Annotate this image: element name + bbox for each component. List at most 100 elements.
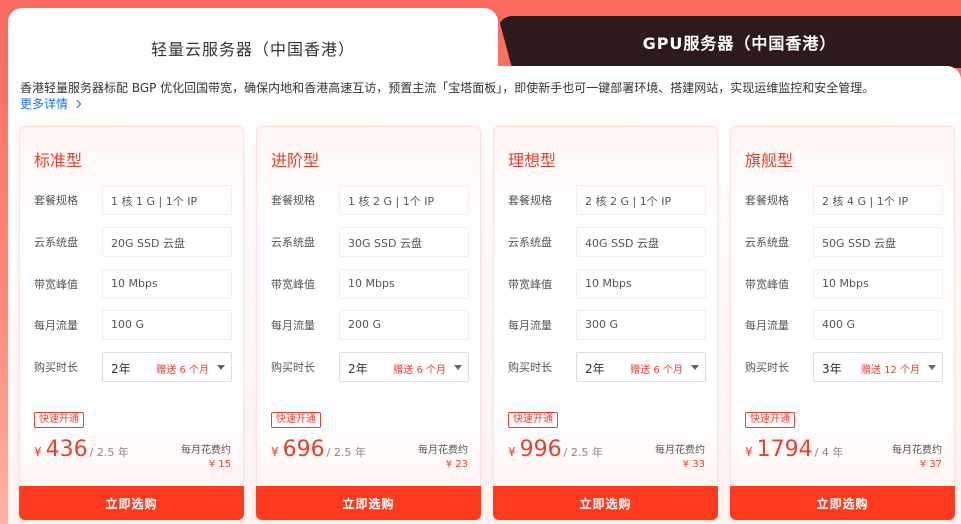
traffic-value: 300 G <box>576 310 706 340</box>
fast-open-tag: 快速开通 <box>508 412 558 428</box>
buy-button[interactable]: 立即选购 <box>256 486 481 520</box>
duration-row: 购买时长 2年 赠送 6 个月 <box>271 352 471 382</box>
price-value: 1794 <box>756 437 813 462</box>
disk-row: 云系统盘 20G SSD 云盘 <box>34 227 234 257</box>
duration-select[interactable]: 2年 赠送 6 个月 <box>339 352 469 382</box>
plan-card-ideal: 理想型 套餐规格 2 核 2 G | 1个 IP 云系统盘 40G SSD 云盘… <box>493 126 718 520</box>
disk-value: 40G SSD 云盘 <box>576 227 706 257</box>
bandwidth-value: 10 Mbps <box>576 269 706 299</box>
monthly-value: ¥ 37 <box>919 459 942 470</box>
product-panel: 香港轻量服务器标配 BGP 优化回国带宽，确保内地和香港高速互访，预置主流「宝塔… <box>8 66 961 524</box>
duration-value: 2年 <box>585 362 605 376</box>
duration-label: 购买时长 <box>508 361 552 374</box>
duration-row: 购买时长 2年 赠送 6 个月 <box>34 352 234 382</box>
price-value: 436 <box>45 437 88 462</box>
fast-open-tag: 快速开通 <box>34 412 84 428</box>
fast-open-tag: 快速开通 <box>745 412 795 428</box>
duration-value: 2年 <box>111 362 131 376</box>
traffic-row: 每月流量 300 G <box>508 310 708 340</box>
monthly-label: 每月花费约 <box>181 445 231 456</box>
traffic-row: 每月流量 200 G <box>271 310 471 340</box>
buy-button-label: 立即选购 <box>816 496 869 511</box>
bandwidth-value: 10 Mbps <box>813 269 943 299</box>
plan-name: 理想型 <box>508 151 557 170</box>
plan-card-flagship: 旗舰型 套餐规格 2 核 4 G | 1个 IP 云系统盘 50G SSD 云盘… <box>730 126 955 520</box>
price: ¥696/ 2.5 年 <box>271 437 366 462</box>
plan-spec-row: 套餐规格 2 核 4 G | 1个 IP <box>745 185 945 215</box>
traffic-label: 每月流量 <box>271 319 315 332</box>
bandwidth-label: 带宽峰值 <box>271 278 315 291</box>
plan-spec-row: 套餐规格 2 核 2 G | 1个 IP <box>508 185 708 215</box>
plan-spec-value: 1 核 2 G | 1个 IP <box>339 185 469 215</box>
plan-spec-label: 套餐规格 <box>271 194 315 207</box>
duration-value: 3年 <box>822 362 842 376</box>
disk-label: 云系统盘 <box>508 236 552 249</box>
bandwidth-value: 10 Mbps <box>102 269 232 299</box>
caret-down-icon <box>928 365 936 370</box>
monthly-value: ¥ 23 <box>445 459 468 470</box>
duration-label: 购买时长 <box>271 361 315 374</box>
bandwidth-label: 带宽峰值 <box>508 278 552 291</box>
plan-spec-label: 套餐规格 <box>508 194 552 207</box>
caret-down-icon <box>217 365 225 370</box>
duration-row: 购买时长 3年 赠送 12 个月 <box>745 352 945 382</box>
price-period: / 2.5 年 <box>326 446 366 459</box>
disk-row: 云系统盘 50G SSD 云盘 <box>745 227 945 257</box>
traffic-label: 每月流量 <box>745 319 789 332</box>
disk-value: 50G SSD 云盘 <box>813 227 943 257</box>
traffic-label: 每月流量 <box>508 319 552 332</box>
duration-select[interactable]: 3年 赠送 12 个月 <box>813 352 943 382</box>
plan-spec-value: 2 核 2 G | 1个 IP <box>576 185 706 215</box>
disk-label: 云系统盘 <box>34 236 78 249</box>
bandwidth-value: 10 Mbps <box>339 269 469 299</box>
traffic-value: 100 G <box>102 310 232 340</box>
buy-button[interactable]: 立即选购 <box>19 486 244 520</box>
duration-select[interactable]: 2年 赠送 6 个月 <box>102 352 232 382</box>
plan-spec-label: 套餐规格 <box>745 194 789 207</box>
plan-name: 进阶型 <box>271 151 320 170</box>
disk-label: 云系统盘 <box>745 236 789 249</box>
bandwidth-label: 带宽峰值 <box>34 278 78 291</box>
bandwidth-label: 带宽峰值 <box>745 278 789 291</box>
fast-open-tag: 快速开通 <box>271 412 321 428</box>
traffic-row: 每月流量 100 G <box>34 310 234 340</box>
currency-symbol: ¥ <box>271 445 279 459</box>
caret-down-icon <box>691 365 699 370</box>
gift-badge: 赠送 6 个月 <box>630 365 683 376</box>
more-details-link[interactable]: 更多详情 <box>20 96 82 112</box>
traffic-value: 400 G <box>813 310 943 340</box>
duration-label: 购买时长 <box>34 361 78 374</box>
tab-gpu-server[interactable]: GPU服务器（中国香港） <box>498 16 961 68</box>
price: ¥1794/ 4 年 <box>745 437 843 462</box>
gift-badge: 赠送 6 个月 <box>393 365 446 376</box>
plan-spec-value: 1 核 1 G | 1个 IP <box>102 185 232 215</box>
duration-select[interactable]: 2年 赠送 6 个月 <box>576 352 706 382</box>
monthly-value: ¥ 33 <box>682 459 705 470</box>
plan-cards: 标准型 套餐规格 1 核 1 G | 1个 IP 云系统盘 20G SSD 云盘… <box>19 126 955 524</box>
tab-gpu-server-label: GPU服务器（中国香港） <box>642 34 837 53</box>
tab-lightweight-server-label: 轻量云服务器（中国香港） <box>150 40 355 59</box>
monthly-label: 每月花费约 <box>418 445 468 456</box>
disk-value: 30G SSD 云盘 <box>339 227 469 257</box>
buy-button[interactable]: 立即选购 <box>730 486 955 520</box>
bandwidth-row: 带宽峰值 10 Mbps <box>271 269 471 299</box>
price-period: / 4 年 <box>814 446 844 459</box>
price-value: 996 <box>519 437 562 462</box>
duration-label: 购买时长 <box>745 361 789 374</box>
disk-label: 云系统盘 <box>271 236 315 249</box>
price-period: / 2.5 年 <box>563 446 603 459</box>
plan-spec-value: 2 核 4 G | 1个 IP <box>813 185 943 215</box>
buy-button[interactable]: 立即选购 <box>493 486 718 520</box>
buy-button-label: 立即选购 <box>105 496 158 511</box>
currency-symbol: ¥ <box>745 445 753 459</box>
plan-spec-row: 套餐规格 1 核 2 G | 1个 IP <box>271 185 471 215</box>
plan-spec-label: 套餐规格 <box>34 194 78 207</box>
monthly-label: 每月花费约 <box>655 445 705 456</box>
currency-symbol: ¥ <box>34 445 42 459</box>
bandwidth-row: 带宽峰值 10 Mbps <box>745 269 945 299</box>
disk-row: 云系统盘 40G SSD 云盘 <box>508 227 708 257</box>
duration-row: 购买时长 2年 赠送 6 个月 <box>508 352 708 382</box>
traffic-value: 200 G <box>339 310 469 340</box>
price-value: 696 <box>282 437 325 462</box>
more-details-label: 更多详情 <box>20 97 69 111</box>
